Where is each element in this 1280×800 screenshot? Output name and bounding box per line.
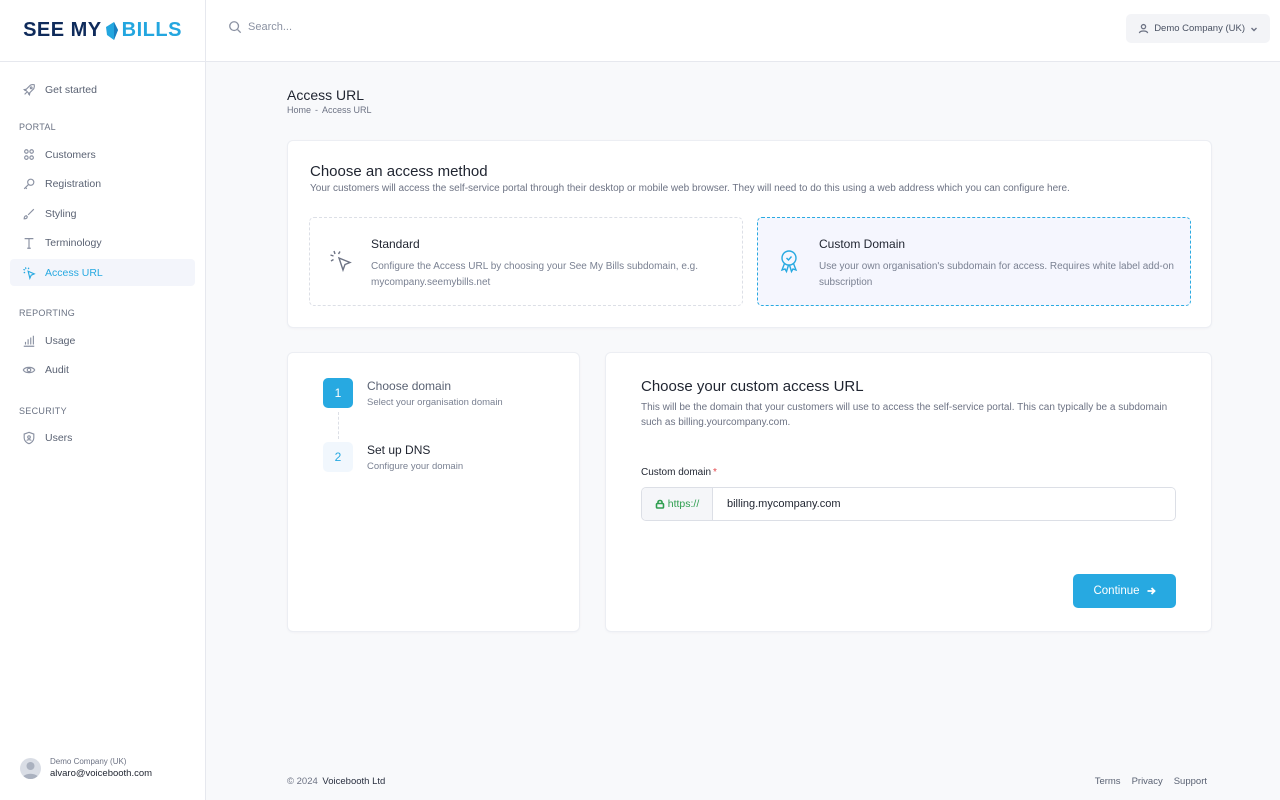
sidebar-item-label: Terminology — [45, 237, 102, 249]
company-selector-label: Demo Company (UK) — [1154, 23, 1245, 34]
step-connector — [338, 412, 339, 439]
sidebar-item-label: Get started — [45, 83, 97, 96]
chevron-down-icon — [1251, 27, 1257, 31]
sidebar-item-label: Audit — [45, 364, 69, 376]
option-standard[interactable]: Standard Configure the Access URL by cho… — [309, 217, 743, 306]
sidebar-item-customers[interactable]: Customers — [10, 141, 195, 168]
search-icon — [229, 21, 242, 34]
step-choose-domain[interactable]: 1 Choose domain Select your organisation… — [323, 378, 503, 408]
rocket-icon — [23, 83, 35, 96]
sidebar-item-label: Customers — [45, 148, 96, 161]
sidebar-nav: Get started PORTAL Customers Registratio… — [0, 62, 205, 452]
access-method-card: Choose an access method Your customers w… — [287, 140, 1212, 328]
search-box[interactable]: Search... — [228, 20, 292, 34]
breadcrumb-home[interactable]: Home — [287, 105, 311, 115]
user-company: Demo Company (UK) — [50, 757, 127, 766]
sidebar: SEE MY BILLS Get started PORTAL Customer… — [0, 0, 206, 800]
search-input[interactable]: Search... — [248, 21, 292, 33]
option-standard-title: Standard — [371, 237, 420, 251]
step-title: Set up DNS — [367, 443, 431, 457]
current-user[interactable]: Demo Company (UK) alvaro@voicebooth.com — [20, 757, 152, 779]
option-custom-domain-description: Use your own organisation's subdomain fo… — [819, 261, 1174, 288]
copyright-year: © 2024 — [287, 776, 318, 787]
sidebar-item-label: Users — [45, 432, 73, 444]
arrow-right-icon — [1147, 587, 1156, 595]
sidebar-item-users[interactable]: Users — [10, 425, 195, 452]
sidebar-item-label: Usage — [45, 334, 76, 347]
sidebar-item-label: Registration — [45, 178, 102, 190]
sidebar-item-access-url[interactable]: Access URL — [10, 259, 195, 286]
footer-link-privacy[interactable]: Privacy — [1132, 776, 1163, 787]
sidebar-item-get-started[interactable]: Get started — [10, 76, 195, 103]
sidebar-item-styling[interactable]: Styling — [10, 200, 195, 227]
form-title: Choose your custom access URL — [641, 378, 864, 395]
https-prefix-text: https:// — [667, 498, 700, 510]
copyright-company[interactable]: Voicebooth Ltd — [322, 776, 385, 787]
sidebar-item-usage[interactable]: Usage — [10, 327, 195, 354]
page-title: Access URL — [287, 87, 365, 103]
shield-icon — [23, 431, 35, 445]
footer-copyright: © 2024 Voicebooth Ltd — [287, 776, 385, 787]
logo[interactable]: SEE MY BILLS — [0, 0, 205, 62]
access-method-title: Choose an access method — [310, 163, 488, 180]
key-icon — [23, 178, 35, 190]
step-number: 1 — [323, 378, 353, 408]
step-set-up-dns[interactable]: 2 Set up DNS Configure your domain — [323, 442, 463, 472]
custom-domain-input[interactable] — [713, 488, 1175, 520]
access-method-description: Your customers will access the self-serv… — [310, 183, 1070, 194]
user-icon — [1138, 23, 1149, 34]
nav-section-portal: PORTAL — [19, 122, 56, 132]
form-description: This will be the domain that your custom… — [641, 402, 1168, 428]
award-badge-icon — [780, 250, 798, 274]
footer-links: Terms Privacy Support — [1095, 776, 1207, 787]
nav-section-security: SECURITY — [19, 405, 67, 416]
custom-domain-label: Custom domain * — [641, 467, 717, 478]
logo-text-right: BILLS — [121, 19, 182, 41]
step-number: 2 — [323, 442, 353, 472]
logo-flag-icon — [105, 21, 118, 40]
eye-icon — [22, 366, 36, 374]
sidebar-item-label: Styling — [45, 207, 77, 220]
breadcrumb: Home - Access URL — [287, 105, 372, 115]
https-prefix: https:// — [642, 488, 713, 520]
sidebar-item-terminology[interactable]: Terminology — [10, 230, 195, 257]
top-bar: Search... Demo Company (UK) — [206, 0, 1280, 62]
custom-domain-input-group: https:// — [641, 487, 1176, 521]
company-selector-button[interactable]: Demo Company (UK) — [1126, 14, 1270, 43]
continue-button-label: Continue — [1093, 585, 1140, 597]
brush-icon — [23, 208, 35, 219]
step-subtitle: Configure your domain — [367, 461, 464, 472]
logo-text-left: SEE MY — [23, 19, 102, 41]
step-title: Choose domain — [367, 379, 452, 393]
option-standard-description: Configure the Access URL by choosing you… — [371, 261, 699, 288]
cursor-click-icon — [23, 266, 36, 280]
continue-button[interactable]: Continue — [1073, 574, 1176, 608]
sidebar-item-audit[interactable]: Audit — [10, 357, 195, 384]
breadcrumb-current: Access URL — [322, 105, 372, 115]
bar-chart-icon — [23, 335, 35, 347]
sidebar-item-registration[interactable]: Registration — [10, 171, 195, 198]
footer-link-terms[interactable]: Terms — [1095, 776, 1121, 787]
footer-link-support[interactable]: Support — [1174, 776, 1207, 787]
avatar — [20, 757, 41, 779]
user-email: alvaro@voicebooth.com — [50, 768, 153, 779]
option-custom-domain[interactable]: Custom Domain Use your own organisation'… — [757, 217, 1191, 306]
option-custom-domain-title: Custom Domain — [819, 237, 906, 251]
steps-card: 1 Choose domain Select your organisation… — [287, 352, 580, 632]
required-mark: * — [713, 467, 717, 478]
user-avatar-icon — [22, 761, 39, 779]
text-icon — [24, 238, 34, 249]
custom-domain-label-text: Custom domain — [641, 467, 712, 478]
cursor-click-icon — [330, 250, 352, 273]
step-subtitle: Select your organisation domain — [367, 397, 503, 408]
custom-url-form-card: Choose your custom access URL This will … — [605, 352, 1212, 632]
breadcrumb-separator: - — [315, 105, 319, 115]
sidebar-item-label: Access URL — [45, 266, 103, 279]
lock-icon — [655, 499, 665, 509]
customers-icon — [24, 148, 34, 160]
nav-section-reporting: REPORTING — [19, 308, 76, 318]
